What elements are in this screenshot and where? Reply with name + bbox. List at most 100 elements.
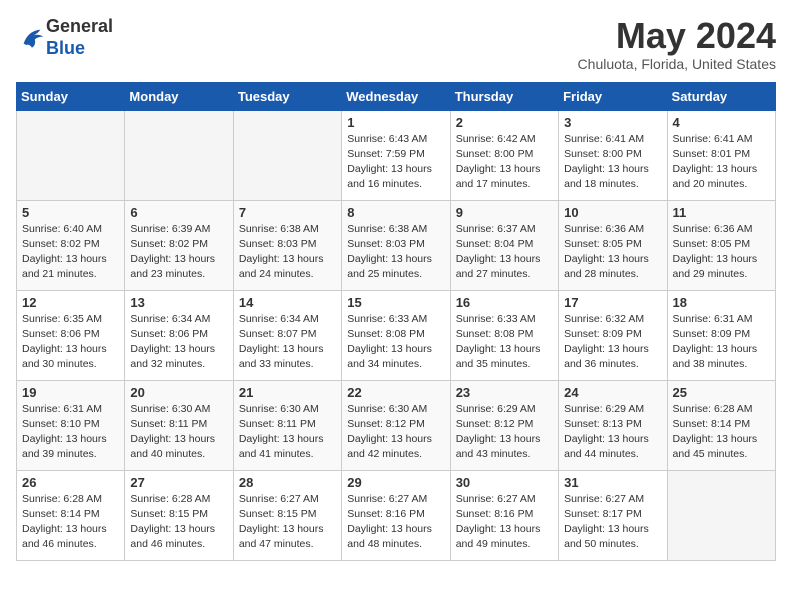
calendar-cell: 11Sunrise: 6:36 AMSunset: 8:05 PMDayligh…	[667, 200, 775, 290]
header-day-sunday: Sunday	[17, 82, 125, 110]
calendar-cell: 18 Sunrise: 6:31 AMSunset: 8:09 PMDayligh…	[667, 290, 775, 380]
day-number: 27	[130, 475, 227, 490]
day-info: Sunrise: 6:41 AMSunset: 8:01 PMDaylight:…	[673, 132, 770, 193]
day-info: Sunrise: 6:31 AMSunset: 8:09 PMDaylight:…	[673, 312, 770, 373]
day-info: Sunrise: 6:34 AMSunset: 8:06 PMDaylight:…	[130, 312, 227, 373]
calendar-cell: 16Sunrise: 6:33 AMSunset: 8:08 PMDayligh…	[450, 290, 558, 380]
day-info: Sunrise: 6:27 AMSunset: 8:15 PMDaylight:…	[239, 492, 336, 553]
header-day-tuesday: Tuesday	[233, 82, 341, 110]
day-info: Sunrise: 6:32 AMSunset: 8:09 PMDaylight:…	[564, 312, 661, 373]
day-number: 21	[239, 385, 336, 400]
day-info: Sunrise: 6:42 AMSunset: 8:00 PMDaylight:…	[456, 132, 553, 193]
day-info: Sunrise: 6:40 AMSunset: 8:02 PMDaylight:…	[22, 222, 119, 283]
day-number: 25	[673, 385, 770, 400]
day-info: Sunrise: 6:30 AMSunset: 8:11 PMDaylight:…	[239, 402, 336, 463]
logo-general-text: General	[46, 16, 113, 36]
location-subtitle: Chuluota, Florida, United States	[578, 56, 776, 72]
calendar-cell: 24Sunrise: 6:29 AMSunset: 8:13 PMDayligh…	[559, 380, 667, 470]
calendar-cell: 22Sunrise: 6:30 AMSunset: 8:12 PMDayligh…	[342, 380, 450, 470]
day-number: 30	[456, 475, 553, 490]
day-info: Sunrise: 6:34 AMSunset: 8:07 PMDaylight:…	[239, 312, 336, 373]
day-info: Sunrise: 6:30 AMSunset: 8:12 PMDaylight:…	[347, 402, 444, 463]
day-number: 3	[564, 115, 661, 130]
calendar-cell: 1Sunrise: 6:43 AMSunset: 7:59 PMDaylight…	[342, 110, 450, 200]
calendar-cell	[667, 470, 775, 560]
header-day-friday: Friday	[559, 82, 667, 110]
day-info: Sunrise: 6:35 AMSunset: 8:06 PMDaylight:…	[22, 312, 119, 373]
calendar-week-2: 5 Sunrise: 6:40 AMSunset: 8:02 PMDaylight…	[17, 200, 776, 290]
calendar-cell: 19 Sunrise: 6:31 AMSunset: 8:10 PMDayligh…	[17, 380, 125, 470]
calendar-body: 1Sunrise: 6:43 AMSunset: 7:59 PMDaylight…	[17, 110, 776, 560]
day-info: Sunrise: 6:27 AMSunset: 8:17 PMDaylight:…	[564, 492, 661, 553]
day-info: Sunrise: 6:36 AMSunset: 8:05 PMDaylight:…	[673, 222, 770, 283]
day-number: 19	[22, 385, 119, 400]
day-number: 9	[456, 205, 553, 220]
day-info: Sunrise: 6:28 AMSunset: 8:15 PMDaylight:…	[130, 492, 227, 553]
day-info: Sunrise: 6:28 AMSunset: 8:14 PMDaylight:…	[22, 492, 119, 553]
header-day-wednesday: Wednesday	[342, 82, 450, 110]
day-info: Sunrise: 6:28 AMSunset: 8:14 PMDaylight:…	[673, 402, 770, 463]
calendar-week-4: 19 Sunrise: 6:31 AMSunset: 8:10 PMDayligh…	[17, 380, 776, 470]
month-year-title: May 2024	[578, 16, 776, 56]
calendar-cell: 7 Sunrise: 6:38 AMSunset: 8:03 PMDaylight…	[233, 200, 341, 290]
calendar-week-3: 12 Sunrise: 6:35 AMSunset: 8:06 PMDayligh…	[17, 290, 776, 380]
day-number: 31	[564, 475, 661, 490]
day-info: Sunrise: 6:27 AMSunset: 8:16 PMDaylight:…	[456, 492, 553, 553]
calendar-cell: 29Sunrise: 6:27 AMSunset: 8:16 PMDayligh…	[342, 470, 450, 560]
day-number: 14	[239, 295, 336, 310]
calendar-cell: 21 Sunrise: 6:30 AMSunset: 8:11 PMDayligh…	[233, 380, 341, 470]
title-block: May 2024 Chuluota, Florida, United State…	[578, 16, 776, 72]
day-number: 4	[673, 115, 770, 130]
calendar-cell: 20Sunrise: 6:30 AMSunset: 8:11 PMDayligh…	[125, 380, 233, 470]
day-info: Sunrise: 6:31 AMSunset: 8:10 PMDaylight:…	[22, 402, 119, 463]
day-number: 8	[347, 205, 444, 220]
calendar-table: SundayMondayTuesdayWednesdayThursdayFrid…	[16, 82, 776, 561]
day-number: 6	[130, 205, 227, 220]
day-info: Sunrise: 6:38 AMSunset: 8:03 PMDaylight:…	[347, 222, 444, 283]
calendar-cell: 26 Sunrise: 6:28 AMSunset: 8:14 PMDayligh…	[17, 470, 125, 560]
logo: General Blue	[16, 16, 113, 59]
day-info: Sunrise: 6:33 AMSunset: 8:08 PMDaylight:…	[347, 312, 444, 373]
day-number: 15	[347, 295, 444, 310]
day-number: 17	[564, 295, 661, 310]
header-day-thursday: Thursday	[450, 82, 558, 110]
day-number: 12	[22, 295, 119, 310]
calendar-cell: 12 Sunrise: 6:35 AMSunset: 8:06 PMDayligh…	[17, 290, 125, 380]
day-info: Sunrise: 6:37 AMSunset: 8:04 PMDaylight:…	[456, 222, 553, 283]
calendar-cell: 23Sunrise: 6:29 AMSunset: 8:12 PMDayligh…	[450, 380, 558, 470]
day-number: 13	[130, 295, 227, 310]
day-number: 28	[239, 475, 336, 490]
calendar-cell: 9 Sunrise: 6:37 AMSunset: 8:04 PMDaylight…	[450, 200, 558, 290]
calendar-cell: 25 Sunrise: 6:28 AMSunset: 8:14 PMDayligh…	[667, 380, 775, 470]
day-info: Sunrise: 6:41 AMSunset: 8:00 PMDaylight:…	[564, 132, 661, 193]
calendar-week-1: 1Sunrise: 6:43 AMSunset: 7:59 PMDaylight…	[17, 110, 776, 200]
day-number: 18	[673, 295, 770, 310]
calendar-cell: 4 Sunrise: 6:41 AMSunset: 8:01 PMDaylight…	[667, 110, 775, 200]
header-day-saturday: Saturday	[667, 82, 775, 110]
day-info: Sunrise: 6:43 AMSunset: 7:59 PMDaylight:…	[347, 132, 444, 193]
calendar-cell	[17, 110, 125, 200]
calendar-cell: 15 Sunrise: 6:33 AMSunset: 8:08 PMDayligh…	[342, 290, 450, 380]
day-number: 20	[130, 385, 227, 400]
day-number: 7	[239, 205, 336, 220]
calendar-week-5: 26 Sunrise: 6:28 AMSunset: 8:14 PMDayligh…	[17, 470, 776, 560]
logo-bird-icon	[18, 24, 46, 52]
calendar-cell: 8 Sunrise: 6:38 AMSunset: 8:03 PMDaylight…	[342, 200, 450, 290]
day-number: 29	[347, 475, 444, 490]
page-header: General Blue May 2024 Chuluota, Florida,…	[16, 16, 776, 72]
calendar-cell: 2Sunrise: 6:42 AMSunset: 8:00 PMDaylight…	[450, 110, 558, 200]
header-row: SundayMondayTuesdayWednesdayThursdayFrid…	[17, 82, 776, 110]
calendar-cell	[233, 110, 341, 200]
calendar-cell: 28 Sunrise: 6:27 AMSunset: 8:15 PMDayligh…	[233, 470, 341, 560]
day-number: 26	[22, 475, 119, 490]
day-info: Sunrise: 6:33 AMSunset: 8:08 PMDaylight:…	[456, 312, 553, 373]
day-number: 24	[564, 385, 661, 400]
day-number: 5	[22, 205, 119, 220]
calendar-cell: 5 Sunrise: 6:40 AMSunset: 8:02 PMDaylight…	[17, 200, 125, 290]
day-info: Sunrise: 6:36 AMSunset: 8:05 PMDaylight:…	[564, 222, 661, 283]
calendar-cell: 30 Sunrise: 6:27 AMSunset: 8:16 PMDayligh…	[450, 470, 558, 560]
calendar-cell: 3 Sunrise: 6:41 AMSunset: 8:00 PMDaylight…	[559, 110, 667, 200]
calendar-cell: 14 Sunrise: 6:34 AMSunset: 8:07 PMDayligh…	[233, 290, 341, 380]
day-number: 10	[564, 205, 661, 220]
day-info: Sunrise: 6:38 AMSunset: 8:03 PMDaylight:…	[239, 222, 336, 283]
